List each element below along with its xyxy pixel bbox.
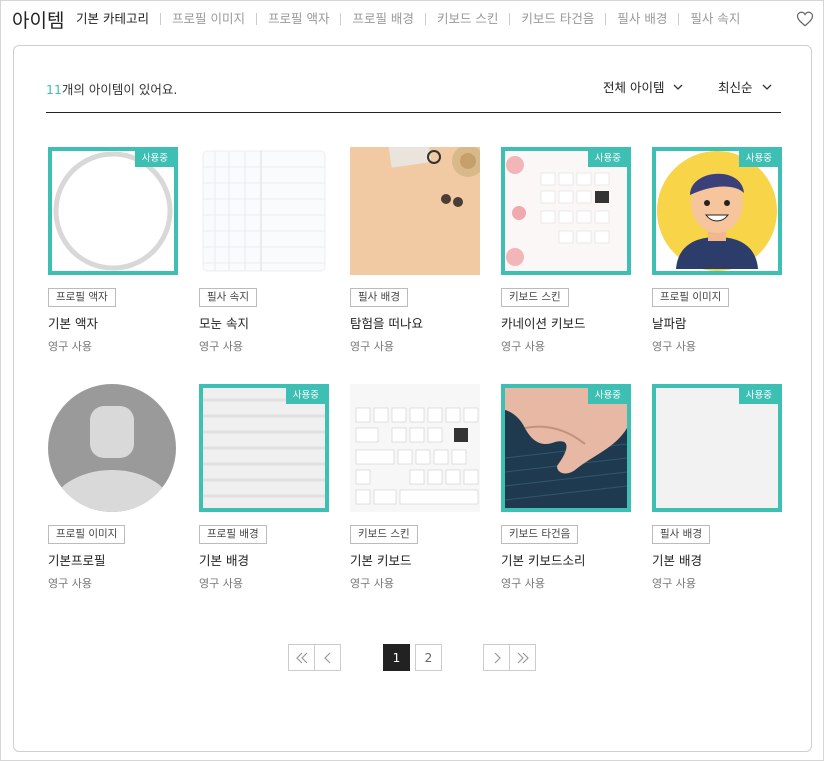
tab-profile-background[interactable]: 프로필 배경 [341, 11, 424, 27]
item-name: 기본 키보드 [350, 553, 412, 568]
item-thumbnail-keyboard-sound[interactable]: 사용중 [501, 384, 631, 512]
sort-dropdown[interactable]: 최신순 [718, 77, 773, 96]
item-duration: 영구 사용 [199, 340, 243, 353]
in-use-badge: 사용중 [587, 388, 627, 404]
item-thumbnail-grid-paper[interactable] [199, 147, 329, 275]
page-1-button[interactable]: 1 [383, 644, 410, 671]
item-card[interactable]: 키보드 스킨 기본 키보드 영구 사용 [350, 384, 480, 591]
tab-profile-image[interactable]: 프로필 이미지 [161, 11, 256, 27]
plain-background-image [656, 388, 778, 508]
item-duration: 영구 사용 [199, 577, 243, 590]
in-use-badge: 사용중 [285, 388, 325, 404]
item-name: 기본 키보드소리 [501, 553, 586, 568]
item-tag: 프로필 배경 [199, 525, 267, 544]
in-use-badge: 사용중 [738, 388, 778, 404]
item-thumbnail-basic-keyboard[interactable] [350, 384, 480, 512]
in-use-badge: 사용중 [134, 151, 174, 167]
double-chevron-left-icon [295, 652, 307, 663]
default-profile-image [48, 384, 176, 512]
item-filter-dropdown[interactable]: 전체 아이템 [603, 77, 684, 96]
tab-writing-background[interactable]: 필사 배경 [606, 11, 678, 27]
cartoon-avatar-image [656, 151, 778, 271]
header-divider [46, 112, 781, 113]
item-tag: 프로필 액자 [48, 288, 116, 307]
item-count-number: 11 [46, 82, 62, 97]
item-thumbnail-default-profile[interactable] [48, 384, 178, 512]
item-duration: 영구 사용 [48, 577, 92, 590]
item-thumbnail-writing-background[interactable]: 사용중 [652, 384, 782, 512]
item-thumbnail-frame[interactable]: 사용중 [48, 147, 178, 275]
item-name: 기본 배경 [652, 553, 702, 568]
item-tag: 키보드 타건음 [501, 525, 579, 544]
item-card[interactable]: 사용중 프로필 액자 기본 액자 영구 사용 [48, 147, 178, 354]
double-chevron-right-icon [517, 652, 529, 663]
basic-keyboard-image [350, 384, 480, 512]
item-name: 기본프로필 [48, 553, 106, 568]
item-duration: 영구 사용 [652, 340, 696, 353]
circle-frame-image [52, 151, 174, 271]
last-page-button[interactable] [509, 644, 536, 671]
item-name: 날파람 [652, 316, 687, 331]
item-filter-label: 전체 아이템 [603, 80, 665, 95]
item-tag: 프로필 이미지 [48, 525, 126, 544]
chevron-down-icon [674, 84, 683, 90]
prev-page-button[interactable] [314, 644, 341, 671]
item-duration: 영구 사용 [652, 577, 696, 590]
chevron-left-icon [323, 652, 330, 663]
tab-keyboard-sound[interactable]: 키보드 타건음 [510, 11, 605, 27]
category-header: 아이템 기본 카테고리 프로필 이미지 프로필 액자 프로필 배경 키보드 스킨… [0, 0, 824, 38]
item-tag: 필사 배경 [652, 525, 710, 544]
item-count: 11개의 아이템이 있어요. [46, 79, 177, 98]
travel-background-image [350, 147, 480, 275]
in-use-badge: 사용중 [738, 151, 778, 167]
heart-icon[interactable] [796, 10, 814, 28]
item-tag: 키보드 스킨 [501, 288, 569, 307]
item-thumbnail-profile-background[interactable]: 사용중 [199, 384, 329, 512]
item-name: 모눈 속지 [199, 316, 249, 331]
item-thumbnail-explore[interactable] [350, 147, 480, 275]
category-tabs: 기본 카테고리 프로필 이미지 프로필 액자 프로필 배경 키보드 스킨 키보드… [76, 11, 751, 27]
chevron-right-icon [494, 652, 501, 663]
item-card[interactable]: 필사 배경 탐험을 떠나요 영구 사용 [350, 147, 480, 354]
typing-hands-image [505, 388, 627, 508]
item-name: 탐험을 떠나요 [350, 316, 423, 331]
item-name: 기본 액자 [48, 316, 98, 331]
item-card[interactable]: 사용중 필사 배경 기본 배경 영구 사용 [652, 384, 782, 591]
item-duration: 영구 사용 [350, 577, 394, 590]
item-tag: 필사 배경 [350, 288, 408, 307]
tab-profile-frame[interactable]: 프로필 액자 [257, 11, 340, 27]
item-thumbnail-avatar[interactable]: 사용중 [652, 147, 782, 275]
item-duration: 영구 사용 [350, 340, 394, 353]
tab-keyboard-skin[interactable]: 키보드 스킨 [426, 11, 509, 27]
item-duration: 영구 사용 [501, 340, 545, 353]
sort-label: 최신순 [718, 80, 753, 95]
item-count-text: 개의 아이템이 있어요. [61, 82, 178, 97]
pattern-background-image [203, 388, 325, 508]
item-card[interactable]: 사용중 프로필 배경 기본 배경 영구 사용 [199, 384, 329, 591]
item-name: 기본 배경 [199, 553, 249, 568]
item-card[interactable]: 사용중 프로필 이미지 날파람 영구 사용 [652, 147, 782, 354]
next-page-button[interactable] [483, 644, 510, 671]
carnation-keyboard-image [505, 151, 627, 271]
item-card[interactable]: 프로필 이미지 기본프로필 영구 사용 [48, 384, 178, 591]
in-use-badge: 사용중 [587, 151, 627, 167]
item-tag: 프로필 이미지 [652, 288, 730, 307]
grid-paper-image [202, 150, 326, 272]
first-page-button[interactable] [288, 644, 315, 671]
item-tag: 키보드 스킨 [350, 525, 418, 544]
item-card[interactable]: 사용중 키보드 타건음 기본 키보드소리 영구 사용 [501, 384, 631, 591]
item-name: 카네이션 키보드 [501, 316, 586, 331]
item-card[interactable]: 사용중 키보드 스킨 카네이션 키보드 영구 사용 [501, 147, 631, 354]
chevron-down-icon [762, 84, 771, 90]
item-card[interactable]: 필사 속지 모눈 속지 영구 사용 [199, 147, 329, 354]
item-thumbnail-keyboard[interactable]: 사용중 [501, 147, 631, 275]
page-title: 아이템 [12, 10, 65, 32]
item-duration: 영구 사용 [48, 340, 92, 353]
item-duration: 영구 사용 [501, 577, 545, 590]
tab-basic-category[interactable]: 기본 카테고리 [76, 11, 160, 27]
tab-writing-paper[interactable]: 필사 속지 [679, 11, 751, 27]
pagination: 1 2 [0, 644, 824, 672]
page-2-button[interactable]: 2 [415, 644, 442, 671]
item-tag: 필사 속지 [199, 288, 257, 307]
